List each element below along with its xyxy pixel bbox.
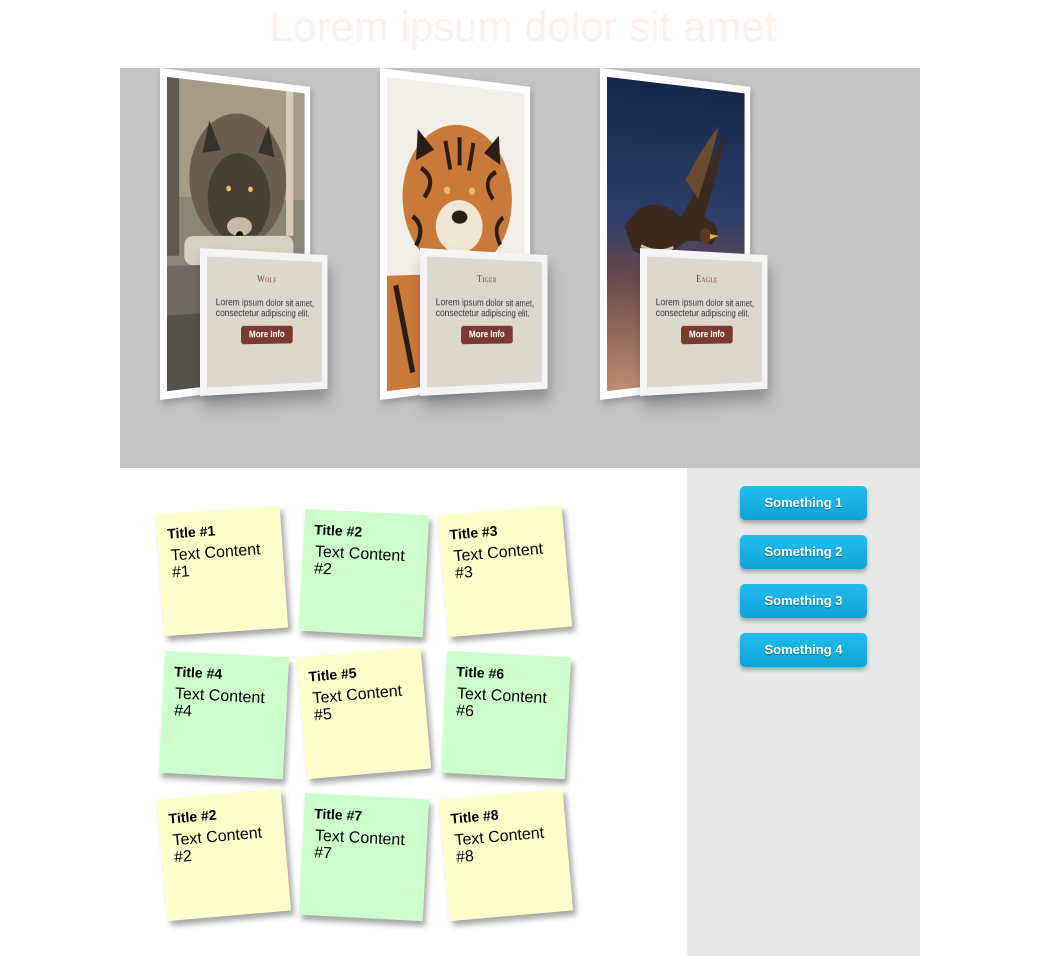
sticky-note[interactable]: Title #2 Text Content #2 (157, 789, 291, 921)
something-1-button[interactable]: Something 1 (740, 486, 867, 520)
something-3-button[interactable]: Something 3 (740, 584, 867, 618)
eagle-info-box: Eagle Lorem ipsum dolor sit amet, consec… (640, 248, 768, 396)
sticky-note[interactable]: Title #5 Text Content #5 (297, 647, 431, 779)
sticky-note[interactable]: Title #3 Text Content #3 (438, 505, 572, 637)
gallery-card-tiger: Tiger Lorem ipsum dolor sit amet, consec… (380, 68, 600, 428)
sticky-note[interactable]: Title #6 Text Content #6 (441, 651, 571, 779)
card-title: Wolf (207, 272, 322, 286)
photo-gallery: Wolf Lorem ipsum dolor sit amet, consect… (120, 68, 920, 468)
note-title: Title #7 (314, 805, 363, 823)
wolf-info-box: Wolf Lorem ipsum dolor sit amet, consect… (200, 248, 328, 396)
note-text: Text Content #8 (454, 823, 561, 866)
card-title: Eagle (647, 272, 762, 286)
note-text: Text Content #2 (172, 823, 279, 866)
sidebar: Something 1 Something 2 Something 3 Some… (687, 468, 920, 956)
more-info-button[interactable]: More Info (681, 326, 733, 345)
info-panel: Eagle Lorem ipsum dolor sit amet, consec… (647, 256, 762, 387)
note-text: Text Content #5 (312, 681, 419, 724)
sticky-note[interactable]: Title #4 Text Content #4 (159, 651, 289, 779)
note-title: Title #3 (449, 523, 498, 543)
more-info-button[interactable]: More Info (461, 326, 513, 345)
note-text: Text Content #7 (314, 827, 420, 866)
gallery-card-wolf: Wolf Lorem ipsum dolor sit amet, consect… (160, 68, 380, 428)
note-text: Text Content #4 (174, 685, 280, 724)
gallery-card-eagle: Eagle Lorem ipsum dolor sit amet, consec… (600, 68, 820, 428)
card-description: Lorem ipsum dolor sit amet, consectetur … (656, 297, 755, 319)
note-text: Text Content #3 (453, 539, 560, 582)
page-title: Lorem ipsum dolor sit amet (0, 0, 1046, 60)
something-4-button[interactable]: Something 4 (740, 633, 867, 667)
more-info-button[interactable]: More Info (241, 326, 293, 345)
note-title: Title #2 (314, 521, 363, 539)
note-title: Title #6 (456, 663, 505, 681)
tiger-info-box: Tiger Lorem ipsum dolor sit amet, consec… (420, 248, 548, 396)
sticky-note[interactable]: Title #8 Text Content #8 (439, 789, 573, 921)
card-title: Tiger (427, 272, 542, 286)
card-description: Lorem ipsum dolor sit amet, consectetur … (436, 297, 535, 319)
info-panel: Tiger Lorem ipsum dolor sit amet, consec… (427, 256, 542, 387)
note-title: Title #1 (167, 522, 216, 541)
sticky-note[interactable]: Title #7 Text Content #7 (299, 793, 429, 921)
note-title: Title #4 (174, 663, 223, 681)
note-title: Title #2 (168, 807, 217, 827)
sticky-note[interactable]: Title #2 Text Content #2 (299, 509, 429, 637)
note-text: Text Content #2 (314, 543, 420, 582)
note-text: Text Content #6 (456, 685, 562, 724)
sticky-note[interactable]: Title #1 Text Content #1 (156, 506, 288, 636)
note-text: Text Content #1 (170, 540, 276, 581)
info-panel: Wolf Lorem ipsum dolor sit amet, consect… (207, 256, 322, 387)
note-title: Title #8 (450, 807, 499, 827)
card-description: Lorem ipsum dolor sit amet, consectetur … (216, 297, 315, 319)
something-2-button[interactable]: Something 2 (740, 535, 867, 569)
note-title: Title #5 (308, 665, 357, 685)
